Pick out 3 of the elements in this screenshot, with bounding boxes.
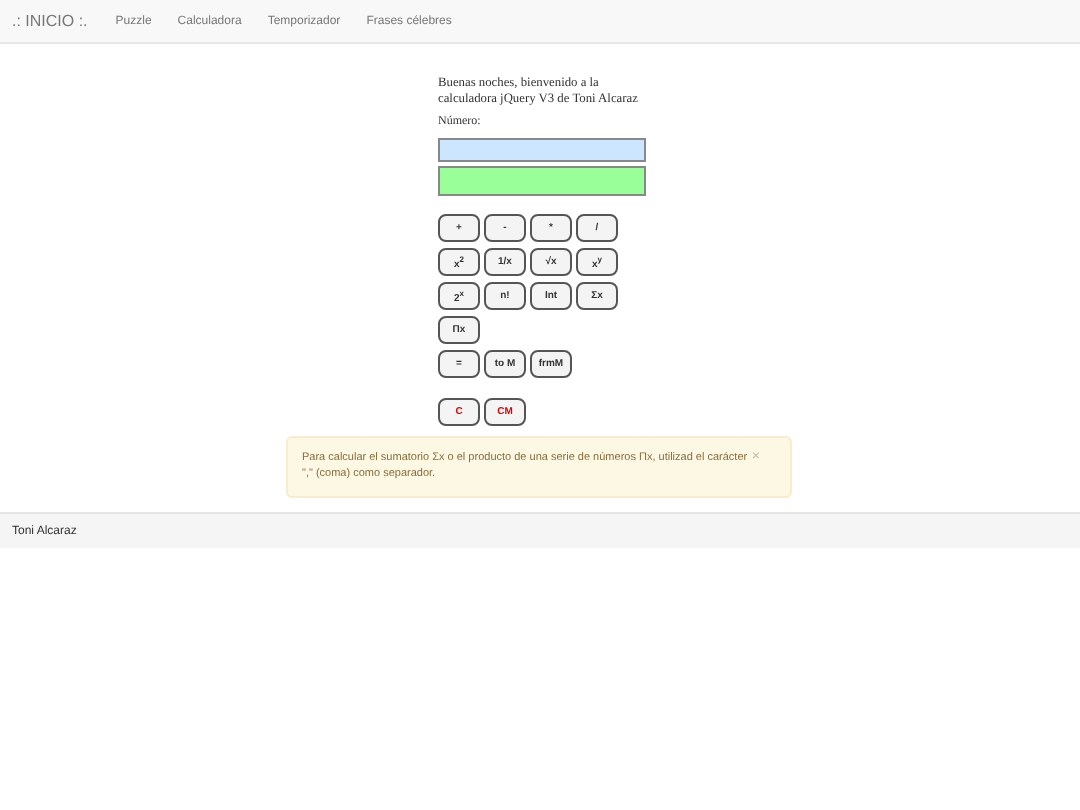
number-input-field[interactable] [438, 138, 646, 162]
brand-link[interactable]: .: INICIO :. [12, 12, 88, 30]
result-field[interactable] [438, 166, 646, 196]
